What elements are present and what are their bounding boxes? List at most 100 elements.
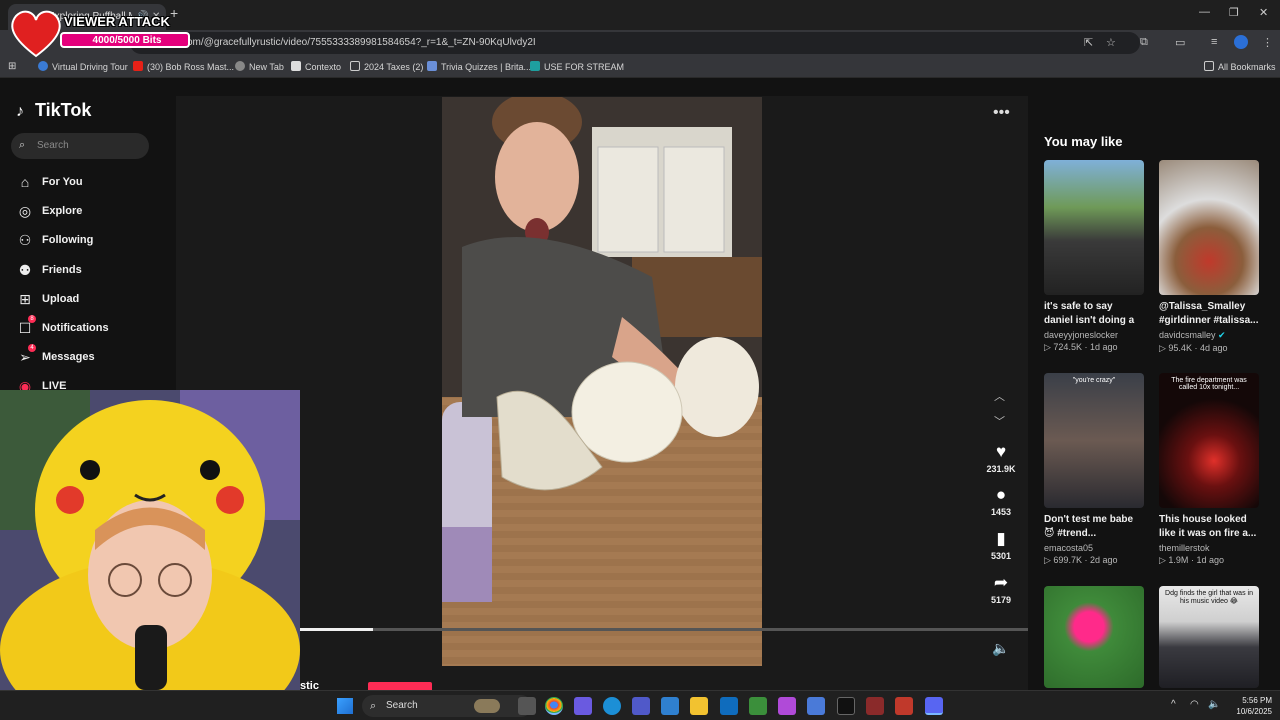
tiktok-logo[interactable]: ♪ TikTok <box>16 100 91 121</box>
heart-icon <box>11 10 61 58</box>
like-action[interactable]: ♥ 231.9K <box>982 442 1020 474</box>
wifi-icon[interactable]: ◠ <box>1190 699 1199 710</box>
globe-icon <box>235 61 245 71</box>
apps-grid-icon[interactable]: ⊞ <box>8 61 16 72</box>
teams-icon[interactable] <box>632 697 650 715</box>
close-window-icon[interactable]: ✕ <box>1259 6 1268 19</box>
suggestion-meta: ▷ 95.4K · 4d ago <box>1159 343 1228 353</box>
suggestion-card[interactable]: Ddg finds the girl that was in his music… <box>1159 586 1259 688</box>
discord-icon[interactable] <box>925 697 943 715</box>
globe-icon <box>38 61 48 71</box>
app-icon[interactable] <box>866 697 884 715</box>
nav-friends[interactable]: ⚉ Friends <box>16 261 166 283</box>
share-icon: ➦ <box>993 573 1009 592</box>
search-icon: ⌕ <box>19 139 26 151</box>
save-action[interactable]: ▮ 5301 <box>982 529 1020 561</box>
bookmark-star-icon[interactable]: ☆ <box>1106 36 1116 49</box>
more-options-icon[interactable]: ••• <box>993 104 1010 122</box>
suggestion-thumbnail <box>1044 160 1144 295</box>
video-player[interactable] <box>442 97 762 666</box>
comment-icon: ● <box>995 485 1007 504</box>
chrome-icon[interactable] <box>545 697 563 715</box>
bookmark-item[interactable]: Trivia Quizzes | Brita... <box>427 61 531 72</box>
cast-icon[interactable]: ▭ <box>1175 36 1185 49</box>
suggestions-title: You may like <box>1044 134 1123 149</box>
comment-count: 1453 <box>990 507 1012 517</box>
address-bar[interactable]: com/@gracefullyrustic/video/755533338998… <box>130 32 1140 54</box>
bookmark-item[interactable]: Contexto <box>291 61 341 72</box>
video-progress-fill <box>300 628 373 631</box>
video-progress-bar[interactable] <box>300 628 1028 631</box>
nav-upload[interactable]: ⊞ Upload <box>16 290 166 312</box>
all-bookmarks-button[interactable]: All Bookmarks <box>1204 61 1276 72</box>
share-action[interactable]: ➦ 5179 <box>982 573 1020 605</box>
system-clock[interactable]: 5:56 PM 10/6/2025 <box>1228 695 1272 717</box>
suggestion-handle: emacosta05 <box>1044 543 1094 553</box>
save-count: 5301 <box>990 551 1012 561</box>
restore-icon[interactable]: ❐ <box>1229 6 1239 19</box>
photos-icon[interactable] <box>661 697 679 715</box>
bookmark-folder[interactable]: 2024 Taxes (2) <box>350 61 423 72</box>
next-video-icon[interactable]: ﹀ <box>994 413 1005 429</box>
suggestion-caption: it's safe to say daniel isn't doing a po… <box>1044 301 1135 326</box>
windows-start-icon[interactable] <box>337 698 353 714</box>
edge-icon[interactable] <box>603 697 621 715</box>
file-explorer-icon[interactable] <box>690 697 708 715</box>
suggestion-card[interactable]: @Talissa_Smalley #girldinner #talissa...… <box>1159 160 1259 354</box>
app-icon[interactable] <box>895 697 913 715</box>
bookmark-item[interactable]: New Tab <box>235 61 284 72</box>
compass-icon: ◎ <box>18 203 32 219</box>
suggestion-thumbnail: "you're crazy" <box>1044 373 1144 508</box>
app-icon[interactable] <box>778 697 796 715</box>
suggestion-caption: Don't test me babe 😈 #trend... <box>1044 514 1134 539</box>
previous-video-icon[interactable]: ︿ <box>994 388 1005 404</box>
views-icon: ▷ <box>1159 555 1169 565</box>
search-input[interactable]: ⌕ Search <box>11 133 149 159</box>
like-count: 231.9K <box>986 464 1016 474</box>
bookmark-item[interactable]: Virtual Driving Tour <box>38 61 128 72</box>
nav-for-you[interactable]: ⌂ For You <box>16 173 166 195</box>
bookmarks-bar: ⊞ Virtual Driving Tour (30) Bob Ross Mas… <box>0 56 1280 78</box>
url-text[interactable]: com/@gracefullyrustic/video/755533338998… <box>182 37 536 48</box>
verified-icon: ✔ <box>1218 330 1226 340</box>
webcam-image <box>0 390 300 690</box>
speaker-icon[interactable]: 🔈 <box>1208 699 1220 710</box>
bookmark-item[interactable]: USE FOR STREAM <box>530 61 624 72</box>
volume-icon[interactable]: 🔈 <box>992 640 1009 657</box>
install-app-icon[interactable]: ⇱ <box>1084 36 1093 49</box>
taskbar-search[interactable]: ⌕ Search <box>362 695 532 717</box>
suggestion-card[interactable]: The fire department was called 10x tonig… <box>1159 373 1259 566</box>
tray-expand-icon[interactable]: ^ <box>1171 699 1176 710</box>
suggestion-caption: @Talissa_Smalley #girldinner #talissa... <box>1159 301 1259 326</box>
nav-explore[interactable]: ◎ Explore <box>16 202 166 224</box>
viewer-attack-widget: VIEWER ATTACK 4000/5000 Bits <box>8 8 190 58</box>
notification-badge: 8 <box>28 315 36 323</box>
menu-kebab-icon[interactable]: ⋮ <box>1262 36 1273 49</box>
share-count: 5179 <box>990 595 1012 605</box>
minimize-icon[interactable]: — <box>1199 6 1210 18</box>
views-icon: ▷ <box>1044 555 1054 565</box>
bookmark-icon: ▮ <box>996 529 1006 548</box>
copilot-icon[interactable] <box>574 697 592 715</box>
suggestion-card[interactable] <box>1044 586 1144 688</box>
browser-tab-bar: Exploring Puffball Mushro... 🔊 ✕ + — ❐ ✕ <box>0 0 1280 30</box>
app-icon[interactable] <box>807 697 825 715</box>
nav-notifications[interactable]: ☐ 8 Notifications <box>16 315 166 341</box>
store-icon[interactable] <box>749 697 767 715</box>
media-icon[interactable]: ≡ <box>1211 36 1217 48</box>
nav-messages[interactable]: ➢ 4 Messages <box>16 344 166 370</box>
suggestion-card[interactable]: "you're crazy" Don't test me babe 😈 #tre… <box>1044 373 1144 566</box>
task-view-icon[interactable] <box>518 697 536 715</box>
nav-following[interactable]: ⚇ Following <box>16 231 166 253</box>
suggestion-card[interactable]: it's safe to say daniel isn't doing a po… <box>1044 160 1144 353</box>
comment-action[interactable]: ● 1453 <box>982 485 1020 517</box>
stream-icon <box>530 61 540 71</box>
bookmark-item[interactable]: (30) Bob Ross Mast... <box>133 61 234 72</box>
extensions-icon[interactable]: ⧉ <box>1140 36 1148 49</box>
tiktok-note-icon: ♪ <box>16 103 24 120</box>
outlook-icon[interactable] <box>720 697 738 715</box>
contexto-icon <box>291 61 301 71</box>
app-icon[interactable] <box>837 697 855 715</box>
search-placeholder: Search <box>37 140 69 151</box>
profile-avatar[interactable] <box>1234 35 1248 49</box>
